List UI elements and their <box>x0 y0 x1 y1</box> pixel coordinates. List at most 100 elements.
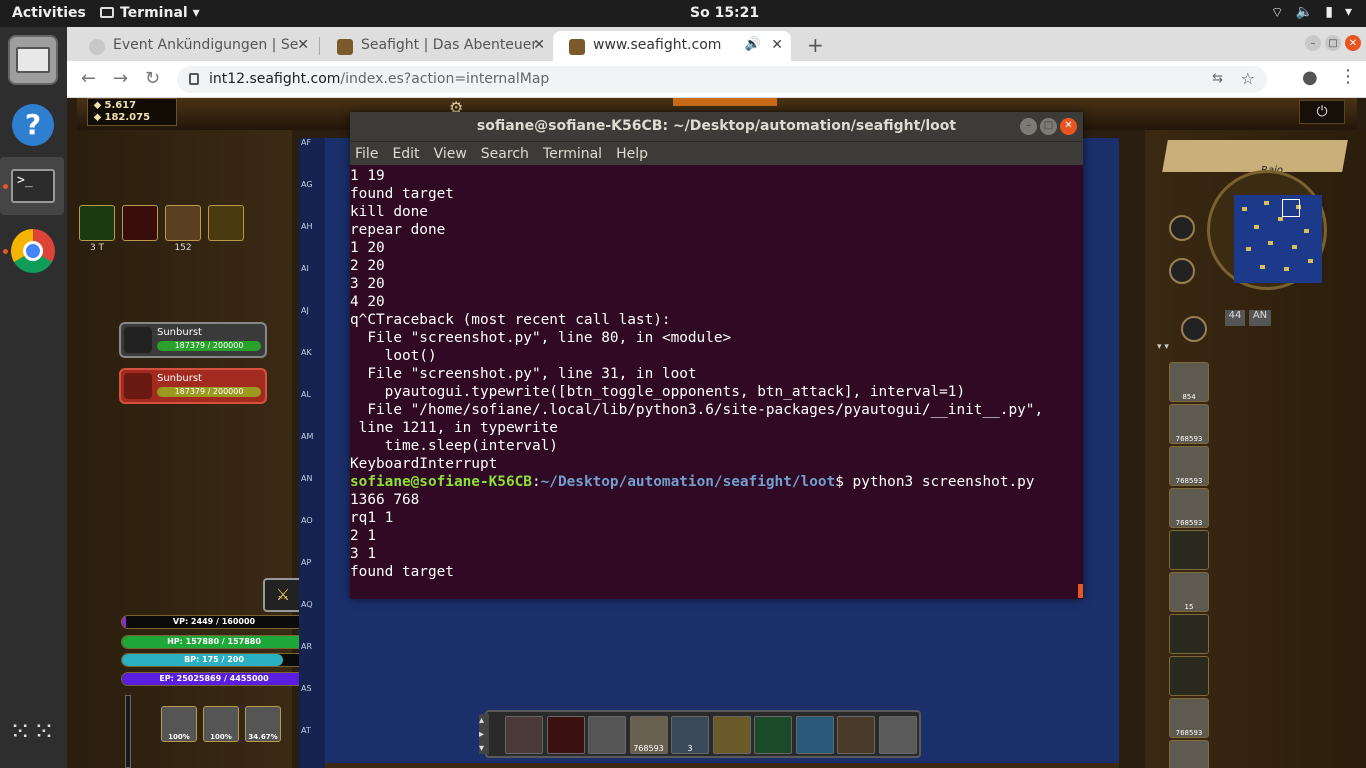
island-marker <box>1268 241 1273 245</box>
tab-event[interactable]: Event Ankündigungen | Se ✕ <box>73 31 317 61</box>
minimap[interactable] <box>1207 170 1327 290</box>
clock[interactable]: So 15:21 <box>690 5 759 21</box>
slot-count: 768593 <box>1175 729 1203 737</box>
island-marker <box>1264 201 1269 205</box>
action-slot[interactable] <box>837 716 875 754</box>
help-icon[interactable]: ? <box>8 100 58 150</box>
close-window-button[interactable]: ✕ <box>1345 35 1361 51</box>
inventory-slot[interactable]: 768593 <box>1169 446 1209 486</box>
minimap-coord-y: AN <box>1249 310 1271 326</box>
island-marker <box>1308 259 1313 263</box>
inventory-slot[interactable]: 854 <box>1169 362 1209 402</box>
menu-item-file[interactable]: File <box>355 142 378 165</box>
inventory-slot[interactable] <box>1169 530 1209 570</box>
close-button[interactable]: ✕ <box>1060 118 1077 135</box>
forward-button[interactable]: → <box>113 68 128 89</box>
activities-button[interactable]: Activities <box>12 5 86 21</box>
reload-button[interactable]: ↻ <box>145 68 160 89</box>
action-slot[interactable] <box>505 716 543 754</box>
group-member-card-selected[interactable]: Sunburst 187379 / 200000 <box>119 368 267 404</box>
tab-strip: Event Ankündigungen | Se ✕ Seafight | Da… <box>67 27 1366 61</box>
minimap-sea[interactable] <box>1234 195 1322 283</box>
account-icon[interactable]: ● <box>1302 67 1318 88</box>
minimize-button[interactable]: – <box>1020 118 1037 135</box>
terminal-line: q^CTraceback (most recent call last): <box>350 312 671 328</box>
compass-icon[interactable] <box>1169 258 1195 284</box>
slot-count: 854 <box>1182 393 1196 401</box>
gear-forbidden-icon[interactable] <box>165 205 201 241</box>
tab-seafight-com[interactable]: www.seafight.com 🔊 ✕ <box>553 31 791 61</box>
inventory-slot[interactable] <box>1169 614 1209 654</box>
tab-seafight[interactable]: Seafight | Das Abenteuer ✕ <box>321 31 553 61</box>
terminal-output[interactable]: 1 19 found target kill done repear done 1 20… <box>350 167 1083 599</box>
files-icon[interactable] <box>8 35 58 85</box>
green-ship-icon[interactable] <box>79 205 115 241</box>
menu-item-edit[interactable]: Edit <box>392 142 419 165</box>
minimize-button[interactable]: – <box>1305 35 1321 51</box>
close-icon[interactable]: ✕ <box>297 37 309 53</box>
address-bar[interactable]: int12.seafight.com/index.es?action=inter… <box>177 66 1267 93</box>
terminal-window[interactable]: sofiane@sofiane-K56CB: ~/Desktop/automat… <box>350 112 1083 599</box>
action-slot[interactable] <box>588 716 626 754</box>
center-button[interactable] <box>673 98 777 106</box>
group-member-card[interactable]: Sunburst 187379 / 200000 <box>119 322 267 358</box>
action-slot[interactable] <box>546 716 585 754</box>
inventory-slot[interactable]: 768593 <box>1169 404 1209 444</box>
inventory-slot[interactable]: 768593 <box>1169 488 1209 528</box>
speaker-icon[interactable]: 🔊 <box>745 37 761 52</box>
inventory-slot[interactable]: 15 <box>1169 572 1209 612</box>
gold-value: ⬥ 5.617 <box>94 100 137 111</box>
menu-item-view[interactable]: View <box>434 142 467 165</box>
terminal-dock-icon[interactable]: >_ <box>8 161 58 211</box>
dock: ? >_ ⁙⁙ <box>0 27 67 768</box>
maximize-button[interactable]: □ <box>1325 35 1341 51</box>
map-row-label: AO <box>301 516 313 525</box>
red-crossed-swords-icon[interactable] <box>122 205 158 241</box>
inventory-slot[interactable]: 47572 <box>1169 740 1209 768</box>
action-slot[interactable] <box>754 716 792 754</box>
star-icon[interactable]: ☆ <box>1241 69 1255 88</box>
menu-item-terminal[interactable]: Terminal <box>543 142 602 165</box>
menu-item-help[interactable]: Help <box>616 142 648 165</box>
action-slot[interactable]: 768593 <box>629 716 668 754</box>
boarding-icon[interactable]: ⚔ <box>263 578 303 612</box>
inventory-slot[interactable] <box>1169 656 1209 696</box>
pearls-value: ⬥ 182.075 <box>94 112 151 123</box>
skill-slot[interactable]: 100% <box>203 706 239 742</box>
terminal-line: 2 20 <box>350 258 385 274</box>
chevron-down-icon[interactable]: ▾ ▾ <box>1157 342 1207 354</box>
menu-icon[interactable]: ⋮ <box>1339 66 1357 87</box>
action-bar-arrows[interactable]: ▴ ▸ ▾ <box>479 714 489 754</box>
power-button[interactable]: ⏻ <box>1299 100 1345 124</box>
maximize-button[interactable]: □ <box>1040 118 1057 135</box>
menu-item-search[interactable]: Search <box>481 142 529 165</box>
translate-icon[interactable]: ⇆ <box>1212 71 1223 86</box>
app-grid-icon[interactable]: ⁙⁙ <box>8 707 58 757</box>
terminal-line: 1366 768 <box>350 492 420 508</box>
map-toggle-icon[interactable] <box>1169 215 1195 241</box>
close-icon[interactable]: ✕ <box>533 37 545 53</box>
new-tab-button[interactable]: + <box>807 33 824 57</box>
fortune-icon[interactable] <box>208 205 244 241</box>
skill-slot[interactable]: 100% <box>161 706 197 742</box>
terminal-line: repear done <box>350 222 446 238</box>
system-tray[interactable]: ⌔ 🔈 ▮ ▾ <box>1271 4 1352 22</box>
minimap-viewport[interactable] <box>1282 199 1300 217</box>
volume-icon: 🔈 <box>1295 4 1314 20</box>
chrome-icon[interactable] <box>8 226 58 276</box>
action-slot[interactable] <box>795 716 834 754</box>
map-row-label: AF <box>301 138 312 147</box>
inventory-slot[interactable]: 768593 <box>1169 698 1209 738</box>
close-icon[interactable]: ✕ <box>771 37 783 53</box>
action-slot[interactable] <box>712 716 751 754</box>
skill-slot[interactable]: 34.67% <box>245 706 281 742</box>
action-slot[interactable] <box>878 716 917 754</box>
slot-count: 3 <box>687 744 693 753</box>
back-button[interactable]: ← <box>81 68 96 89</box>
member-name: Sunburst <box>157 327 202 338</box>
globe-icon[interactable] <box>1181 316 1207 342</box>
action-slot[interactable]: 3 <box>671 716 709 754</box>
slot-count: 768593 <box>633 744 664 753</box>
vertical-slider[interactable] <box>125 695 131 768</box>
app-menu[interactable]: Terminal ▾ <box>100 5 200 21</box>
